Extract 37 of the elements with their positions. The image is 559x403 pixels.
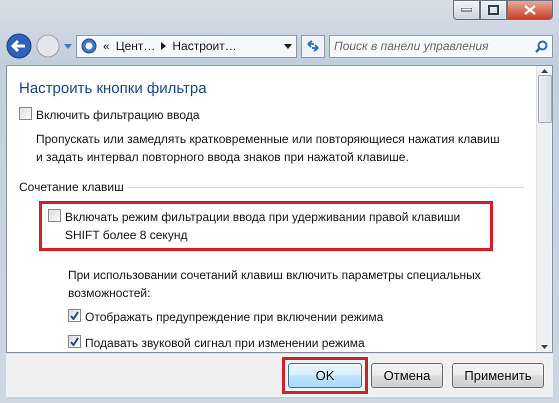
checkbox-label[interactable]: Включить фильтрацию ввода (36, 106, 200, 124)
checkbox[interactable] (68, 309, 81, 322)
dropdown-arrow-icon[interactable] (284, 44, 292, 48)
checkbox[interactable] (68, 335, 81, 348)
checkbox[interactable] (48, 209, 61, 222)
close-icon (524, 5, 536, 15)
minimize-icon (461, 8, 472, 12)
breadcrumb-overflow[interactable]: « (103, 37, 110, 55)
history-dropdown[interactable] (64, 44, 72, 48)
dialog-button[interactable]: Отмена (371, 363, 443, 388)
scrollbar-thumb[interactable] (538, 75, 552, 123)
search-field[interactable]: Поиск в панели управления (329, 34, 553, 58)
note-text: При использовании сочетаний клавиш включить параметры специальных возможностей: (68, 267, 482, 302)
refresh-icon (306, 40, 320, 52)
maximize-icon (488, 5, 499, 15)
dialog-button[interactable]: Применить (452, 363, 544, 388)
checkbox-label[interactable]: Отображать предупреждение при включении режима (85, 308, 384, 326)
checkbox-label[interactable]: Включать режим фильтрации ввода при удерживании правой клавиши SHIFT более 8 секунд (65, 208, 484, 244)
dialog-button[interactable]: OK (288, 363, 362, 388)
checkbox-label[interactable]: Подавать звуковой сигнал при изменении режима (85, 334, 365, 352)
page-heading: Настроить кнопки фильтра (19, 80, 208, 98)
scroll-down-icon[interactable] (541, 345, 548, 349)
scroll-up-icon[interactable] (541, 69, 548, 73)
back-button[interactable] (6, 33, 32, 59)
close-button[interactable] (507, 0, 553, 20)
breadcrumb-item[interactable]: Настроит… (172, 37, 237, 55)
scrollbar[interactable] (536, 66, 552, 352)
section-title: Сочетание клавиш (19, 179, 124, 196)
address-bar[interactable]: « Цент… Настроит… (76, 34, 297, 58)
search-icon[interactable] (535, 40, 548, 52)
maximize-button[interactable] (480, 0, 507, 20)
refresh-button[interactable] (301, 34, 325, 58)
minimize-button[interactable] (453, 0, 480, 20)
checkbox[interactable] (19, 107, 32, 120)
breadcrumb-item[interactable]: Цент… (116, 37, 156, 55)
breadcrumb-arrow-icon[interactable] (161, 42, 166, 50)
description-text: Пропускать или замедлять кратковременные или повторяющиеся нажатия клавиш и задать интервал повторного ввода знаков при нажатой клавише. (35, 131, 501, 166)
